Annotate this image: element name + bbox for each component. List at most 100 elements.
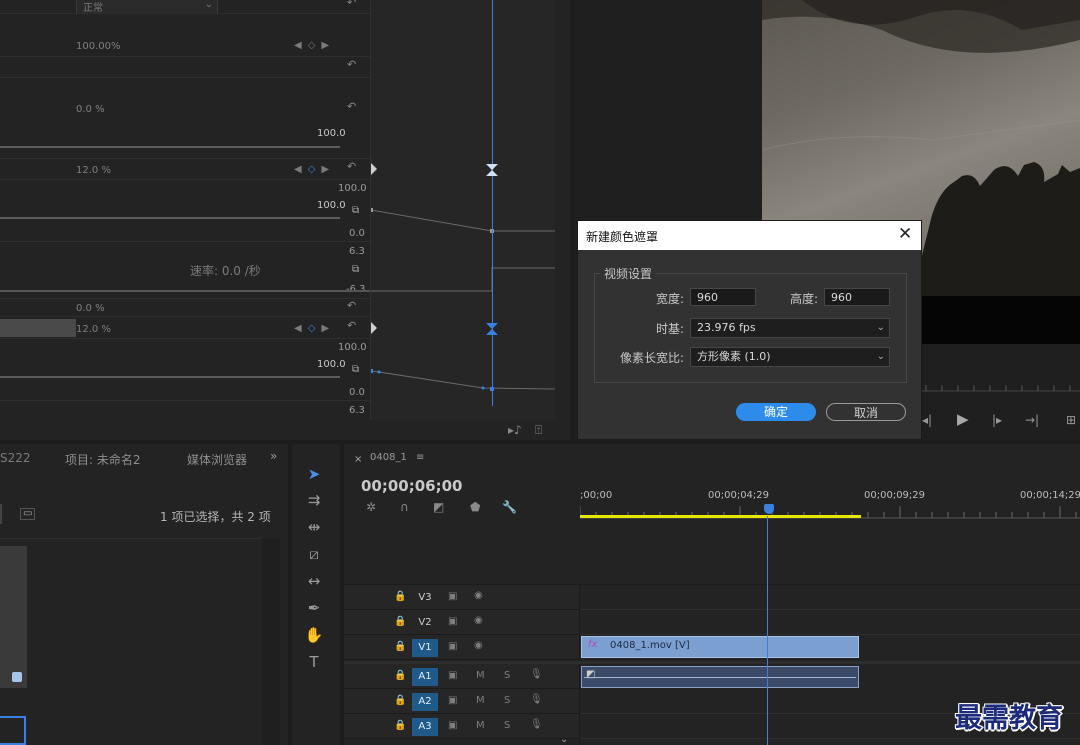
selected-item-outline[interactable] xyxy=(0,716,26,745)
lock-icon[interactable]: 🔒 xyxy=(394,670,406,681)
keyframe-graph-area[interactable] xyxy=(370,0,555,420)
export-frame-icon[interactable]: ⍐ xyxy=(535,423,542,438)
eye-icon[interactable]: ◉ xyxy=(474,615,483,626)
sync-lock-icon[interactable]: ▣ xyxy=(448,720,457,731)
opacity-value[interactable]: 100.00% xyxy=(76,41,121,52)
track-label[interactable]: V2 xyxy=(412,614,438,632)
playhead-line[interactable] xyxy=(492,0,493,406)
tab-project[interactable]: 项目: 未命名2 xyxy=(65,451,141,468)
ripple-edit-tool-icon[interactable]: ⇹ xyxy=(303,517,325,537)
track-label[interactable]: A3 xyxy=(412,718,438,736)
reset-icon[interactable]: ↶ xyxy=(347,101,359,112)
menu-icon[interactable]: ≡ xyxy=(416,452,424,463)
fx-badge-icon[interactable]: fx xyxy=(588,639,597,650)
height-field[interactable]: 960 xyxy=(824,288,890,306)
sync-lock-icon[interactable]: ▣ xyxy=(448,670,457,681)
dialog-title-bar[interactable]: 新建颜色遮罩 ✕ xyxy=(578,221,921,250)
param4-value[interactable]: 12.0 % xyxy=(76,324,111,335)
eye-icon[interactable]: ◉ xyxy=(474,590,483,601)
reset-icon[interactable]: ↶ xyxy=(347,300,359,311)
razor-tool-icon[interactable]: ⧄ xyxy=(303,544,325,564)
go-to-out-icon[interactable]: →| xyxy=(1025,413,1039,427)
solo-toggle[interactable]: S xyxy=(504,720,510,731)
mute-toggle[interactable]: M xyxy=(476,695,485,706)
chevron-down-icon[interactable]: ⌄ xyxy=(560,734,568,745)
param2-value[interactable]: 12.0 % xyxy=(76,165,111,176)
video-clip[interactable]: fx 0408_1.mov [V] xyxy=(581,636,859,658)
keyframe-navigator[interactable]: ◀◇▶ xyxy=(294,164,335,175)
track-label[interactable]: A1 xyxy=(412,668,438,686)
width-field[interactable]: 960 xyxy=(690,288,756,306)
lock-icon[interactable]: 🔒 xyxy=(394,616,406,627)
keyframe-navigator[interactable]: ◀◇▶ xyxy=(294,40,335,51)
audio-clip[interactable]: ◩ xyxy=(581,666,859,688)
lock-icon[interactable]: 🔒 xyxy=(394,720,406,731)
cancel-button[interactable]: 取消 xyxy=(826,403,906,421)
mute-toggle[interactable]: M xyxy=(476,720,485,731)
reset-icon[interactable]: ↶ xyxy=(347,59,359,70)
ok-button[interactable]: 确定 xyxy=(736,403,816,421)
lock-icon[interactable]: 🔒 xyxy=(394,641,406,652)
monitor-time-ruler[interactable] xyxy=(922,382,1080,392)
snap-icon[interactable]: ✲ xyxy=(366,500,376,514)
param3-value[interactable]: 0.0 % xyxy=(76,303,105,314)
track-select-tool-icon[interactable]: ⇉ xyxy=(303,490,325,510)
step-back-icon[interactable]: ◂| xyxy=(922,413,932,427)
blend-mode-select[interactable]: 正常 ⌄ xyxy=(76,0,218,14)
graph-type-icon[interactable]: ⧉ xyxy=(352,364,359,375)
step-forward-icon[interactable]: |▸ xyxy=(992,413,1002,427)
microphone-icon[interactable]: 🎙 xyxy=(530,719,543,730)
graph-type-icon[interactable]: ⧉ xyxy=(352,264,359,275)
sync-lock-icon[interactable]: ▣ xyxy=(448,695,457,706)
play-icon[interactable]: ▶ xyxy=(957,410,969,428)
lock-icon[interactable]: 🔒 xyxy=(394,695,406,706)
pen-tool-icon[interactable]: ✒ xyxy=(303,598,325,618)
close-tab-icon[interactable]: × xyxy=(354,454,362,465)
reset-icon[interactable]: ↶ xyxy=(347,0,359,8)
insert-icon[interactable]: ⊞ xyxy=(1066,413,1076,427)
track-label[interactable]: V3 xyxy=(412,589,438,607)
microphone-icon[interactable]: 🎙 xyxy=(530,694,543,705)
value-slider[interactable] xyxy=(0,376,340,378)
lock-icon[interactable]: 🔒 xyxy=(394,591,406,602)
sync-lock-icon[interactable]: ▣ xyxy=(448,591,457,602)
slip-tool-icon[interactable]: ↔ xyxy=(303,571,325,591)
track-label[interactable]: V1 xyxy=(412,639,438,657)
sync-lock-icon[interactable]: ▣ xyxy=(448,616,457,627)
pixel-aspect-select[interactable]: 方形像素 (1.0) ⌄ xyxy=(690,347,890,367)
wrench-icon[interactable]: 🔧 xyxy=(502,500,517,514)
scrollbar[interactable] xyxy=(262,538,280,745)
marker-icon[interactable]: ⬟ xyxy=(470,500,480,514)
hand-tool-icon[interactable]: ✋ xyxy=(303,625,325,645)
sync-lock-icon[interactable]: ▣ xyxy=(448,641,457,652)
view-toggle[interactable] xyxy=(0,504,2,524)
reset-icon[interactable]: ↶ xyxy=(347,320,359,331)
linked-selection-icon[interactable]: ∩ xyxy=(400,500,409,514)
tab-partial[interactable]: S222 xyxy=(0,451,31,465)
track-label[interactable]: A2 xyxy=(412,693,438,711)
solo-toggle[interactable]: S xyxy=(504,695,510,706)
playhead-marker[interactable] xyxy=(486,323,498,335)
project-item-thumbnail[interactable] xyxy=(0,546,27,688)
playhead-marker[interactable] xyxy=(486,164,498,176)
sequence-tab[interactable]: 0408_1 xyxy=(370,452,407,463)
selection-tool-icon[interactable]: ➤ xyxy=(303,464,325,484)
value-slider[interactable] xyxy=(0,217,340,219)
reset-icon[interactable]: ↶ xyxy=(347,161,359,172)
graph-type-icon[interactable]: ⧉ xyxy=(352,205,359,216)
timeline-playhead[interactable] xyxy=(767,516,768,745)
mute-toggle[interactable]: M xyxy=(476,670,485,681)
tab-media-browser[interactable]: 媒体浏览器 xyxy=(187,451,251,468)
more-panels-icon[interactable]: » xyxy=(270,449,277,463)
value-slider[interactable] xyxy=(0,146,340,148)
eye-icon[interactable]: ◉ xyxy=(474,640,483,651)
playhead-timecode[interactable]: 00;00;06;00 xyxy=(361,477,463,495)
close-icon[interactable]: ✕ xyxy=(898,224,912,244)
folder-icon[interactable]: ▭ xyxy=(20,508,36,520)
type-tool-icon[interactable]: T xyxy=(303,652,325,672)
rotation-value[interactable]: 0.0 % xyxy=(76,104,105,115)
add-marker-icon[interactable]: ◩ xyxy=(433,500,444,514)
timebase-select[interactable]: 23.976 fps ⌄ xyxy=(690,318,890,338)
microphone-icon[interactable]: 🎙 xyxy=(530,669,543,680)
audio-export-icon[interactable]: ▸♪ xyxy=(508,423,522,437)
